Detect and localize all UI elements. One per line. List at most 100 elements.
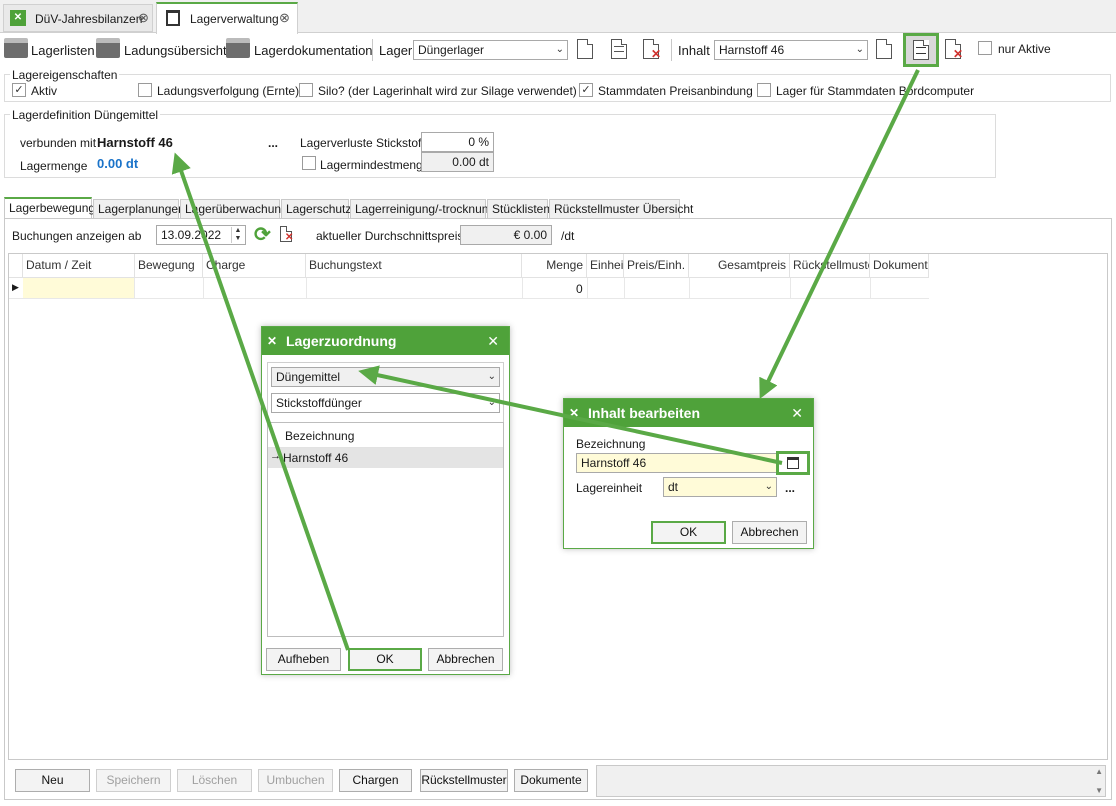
subtab-rueckstellmuster[interactable]: Rückstellmuster Übersicht [549,199,693,219]
umbuchen-button[interactable]: Umbuchen [258,769,333,792]
aktiv-checkbox[interactable]: ✓ [12,83,26,97]
subtab-lagerbewegung[interactable]: Lagerbewegung [4,197,95,219]
column-einheit[interactable]: Einheit [587,254,624,277]
lagermindestmenge-field[interactable]: 0.00 dt [421,152,494,172]
chevron-down-icon: ⌄ [487,371,496,382]
close-icon[interactable]: ✕ [791,399,803,427]
lagereigenschaften-title: Lagereigenschaften [10,68,120,82]
abbrechen-button[interactable]: Abbrechen [732,521,807,544]
select-bezeichnung-button[interactable] [776,451,810,475]
refresh-icon[interactable]: ⟳ [254,222,271,247]
lager-select[interactable]: Düngerlager ⌄ [413,40,568,60]
lagerverluste-field[interactable]: 0 % [421,132,494,152]
subtab-lagerplanungen[interactable]: Lagerplanungen [93,199,185,219]
subtab-bar: Lagerbewegung Lagerplanungen Lagerüberwa… [4,197,1112,219]
chargen-button[interactable]: Chargen [339,769,412,792]
close-tab-icon[interactable]: ⊗ [279,10,290,26]
storage-icon [166,10,180,26]
row-menge-cell[interactable]: 0 [576,282,583,296]
verbunden-value: Harnstoff 46 [97,135,173,150]
new-lager-icon[interactable] [577,39,593,59]
buchungen-grid: Datum / Zeit Bewegung Charge Buchungstex… [8,253,1108,760]
notes-textarea[interactable]: ▲ ▼ [596,765,1106,797]
ok-button[interactable]: OK [651,521,726,544]
cell-divider [587,278,588,298]
close-tab-icon[interactable]: ⊗ [138,10,149,26]
bordcomputer-checkbox[interactable] [757,83,771,97]
subtab-lagerreinigung[interactable]: Lagerreinigung/-trocknung [350,199,495,219]
aufheben-button[interactable]: Aufheben [266,648,341,671]
silo-checkbox[interactable] [299,83,313,97]
dialog-title: Inhalt bearbeiten [588,405,701,421]
tab-lagerverwaltung[interactable]: Lagerverwaltung ⊗ [156,2,298,34]
delete-x-icon: ✕ [651,47,662,61]
lager-label: Lager [379,43,413,58]
lagerlisten-button[interactable]: Lagerlisten [31,43,95,58]
column-dokumente[interactable]: Dokumente [870,254,929,277]
close-icon[interactable]: ✕ [487,327,499,355]
lagerdokumentation-button[interactable]: Lagerdokumentation [254,43,373,58]
nur-aktive-checkbox[interactable] [978,41,992,55]
row-datum-cell[interactable] [23,278,135,298]
cell-divider [689,278,690,298]
kategorie-select[interactable]: Düngemittel ⌄ [271,367,500,387]
toolbar-separator [372,39,373,61]
cell-divider [624,278,625,298]
column-rueckstellmuster[interactable]: Rückstellmuster [790,254,870,277]
cell-divider [306,278,307,298]
loeschen-button[interactable]: Löschen [177,769,252,792]
spin-buttons-icon[interactable]: ▲ ▼ [231,227,244,243]
chevron-down-icon: ⌄ [855,44,864,55]
lagerdefinition-title: Lagerdefinition Düngemittel [10,108,161,122]
inhalt-select[interactable]: Harnstoff 46 ⌄ [714,40,868,60]
column-datum[interactable]: Datum / Zeit [23,254,135,277]
inhalt-label: Inhalt [678,43,710,58]
scroll-up-icon[interactable]: ▲ [1095,767,1103,776]
list-item[interactable]: → Harnstoff 46 [268,448,503,468]
tab-duev-jahresbilanzen[interactable]: ✕ DüV-Jahresbilanzen ⊗ [3,4,153,32]
subtab-lagerschutz[interactable]: Lagerschutz [281,199,351,219]
dokumente-button[interactable]: Dokumente [514,769,588,792]
subtab-stuecklisten[interactable]: Stücklisten [487,199,550,219]
speichern-button[interactable]: Speichern [96,769,171,792]
column-buchungstext[interactable]: Buchungstext [306,254,522,277]
cell-divider [522,278,523,298]
abbrechen-button[interactable]: Abbrechen [428,648,503,671]
einheit-more-button[interactable]: ... [785,481,795,495]
lagermindestmenge-checkbox[interactable] [302,156,316,170]
edit-lines-icon [614,46,624,52]
lagerzuordnung-dialog: ✕ Lagerzuordnung ✕ Düngemittel ⌄ Stickst… [261,326,510,675]
delete-x-icon: ✕ [953,47,964,61]
ok-button[interactable]: OK [348,648,422,671]
durchschnittspreis-field: € 0.00 [460,225,552,245]
rueckstellmuster-button[interactable]: Rückstellmuster [420,769,508,792]
new-inhalt-icon[interactable] [876,39,892,59]
edit-inhalt-button[interactable] [903,33,939,67]
ladungsverfolgung-checkbox[interactable] [138,83,152,97]
ladungsuebersicht-button[interactable]: Ladungsübersicht [124,43,227,58]
verbunden-label: verbunden mit [20,136,97,150]
inhalt-bearbeiten-dialog: ✕ Inhalt bearbeiten ✕ Bezeichnung Harnst… [563,398,814,549]
column-menge[interactable]: Menge [522,254,587,277]
bordcomputer-label: Lager für Stammdaten Bordcomputer [776,84,975,98]
cell-divider [870,278,871,298]
lagereinheit-select[interactable]: dt ⌄ [663,477,777,497]
column-charge[interactable]: Charge [203,254,306,277]
stammdaten-preisanbindung-checkbox[interactable]: ✓ [579,83,593,97]
scroll-down-icon[interactable]: ▼ [1095,786,1103,795]
clear-x-icon: ✕ [285,232,294,243]
bezeichnung-input[interactable]: Harnstoff 46 [576,453,810,473]
column-preis[interactable]: Preis/Einh. [624,254,689,277]
column-bewegung[interactable]: Bewegung [135,254,203,277]
select-content-button[interactable]: ... [268,136,278,150]
neu-button[interactable]: Neu [15,769,90,792]
lagermenge-label: Lagermenge [20,159,88,173]
buchungen-date-field[interactable]: 13.09.2022 ▲ ▼ [156,225,246,245]
lagermindestmenge-label: Lagermindestmenge [320,158,430,172]
unterkategorie-select[interactable]: Stickstoffdünger ⌄ [271,393,500,413]
durchschnittspreis-label: aktueller Durchschnittspreis [316,229,464,243]
grid-header: Datum / Zeit Bewegung Charge Buchungstex… [9,254,929,278]
column-gesamtpreis[interactable]: Gesamtpreis [689,254,790,277]
table-row[interactable]: ▶ 0 [9,278,929,299]
subtab-lagerueberwachung[interactable]: Lagerüberwachung [180,199,288,219]
